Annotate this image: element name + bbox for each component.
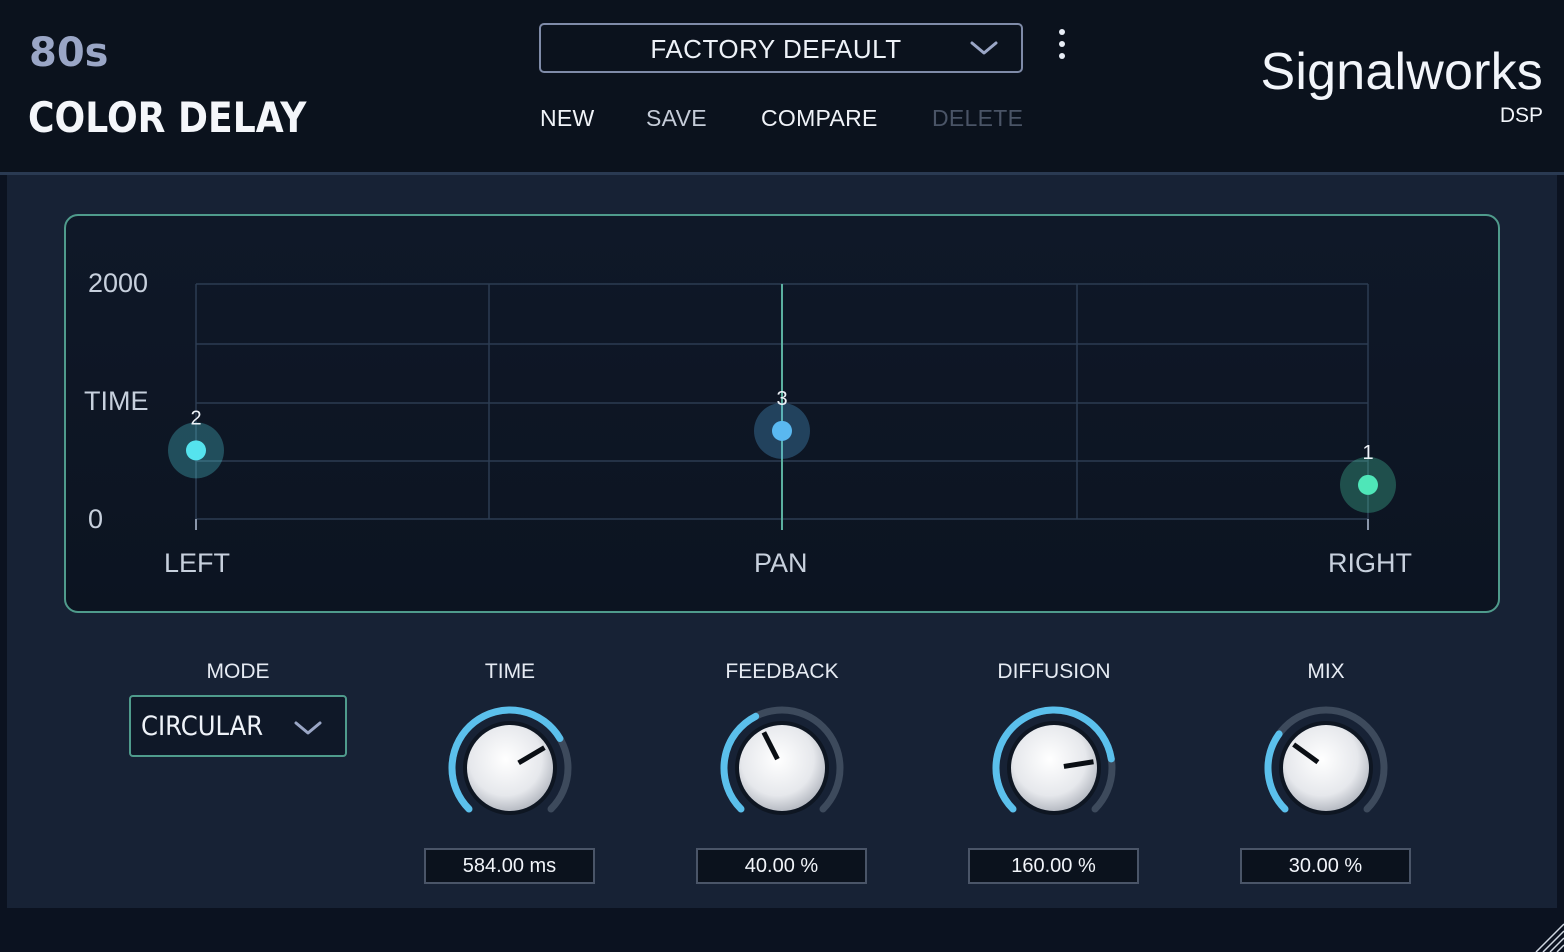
mode-dropdown[interactable]: CIRCULAR: [129, 695, 347, 757]
y-axis-max-label: 2000: [88, 268, 149, 298]
diffusion-value-field[interactable]: 160.00 %: [968, 848, 1139, 884]
diffusion-knob-label: DIFFUSION: [997, 660, 1111, 683]
chevron-down-icon: [970, 41, 998, 55]
company-logo-sub: DSP: [1499, 104, 1543, 127]
mix-knob-label: MIX: [1307, 660, 1345, 683]
delete-preset-button: DELETE: [932, 105, 1024, 131]
new-preset-button[interactable]: NEW: [540, 105, 595, 132]
plugin-header: 80s COLOR DELAY FACTORY DEFAULT NEW SAVE…: [0, 0, 1564, 172]
x-axis-left-label: LEFT: [164, 548, 231, 578]
compare-button[interactable]: COMPARE: [761, 105, 878, 132]
diffusion-knob[interactable]: [984, 700, 1124, 830]
feedback-knob[interactable]: [712, 700, 852, 830]
time-knob-label: TIME: [484, 660, 536, 683]
product-logo-title: COLOR DELAY: [28, 93, 307, 142]
feedback-knob-label: FEEDBACK: [725, 660, 839, 683]
y-axis-min-label: 0: [88, 504, 104, 534]
mix-knob[interactable]: [1256, 700, 1396, 830]
mode-value: CIRCULAR: [141, 711, 264, 742]
feedback-value-field[interactable]: 40.00 %: [696, 848, 867, 884]
x-axis-center-label: PAN: [754, 548, 808, 578]
save-preset-button[interactable]: SAVE: [646, 105, 707, 132]
more-vertical-icon[interactable]: [1052, 28, 1072, 62]
y-axis-title: TIME: [84, 386, 149, 416]
chevron-down-icon: [294, 721, 322, 735]
time-value-field[interactable]: 584.00 ms: [424, 848, 595, 884]
preset-name: FACTORY DEFAULT: [650, 34, 902, 64]
preset-selector[interactable]: FACTORY DEFAULT: [539, 23, 1023, 73]
resize-grip-icon[interactable]: [1528, 916, 1564, 952]
mode-label: MODE: [206, 660, 270, 683]
company-logo: Signalworks: [1260, 43, 1543, 101]
mix-value-field[interactable]: 30.00 %: [1240, 848, 1411, 884]
time-knob[interactable]: [440, 700, 580, 830]
x-axis-right-label: RIGHT: [1328, 548, 1412, 578]
product-logo-prefix: 80s: [29, 30, 109, 76]
